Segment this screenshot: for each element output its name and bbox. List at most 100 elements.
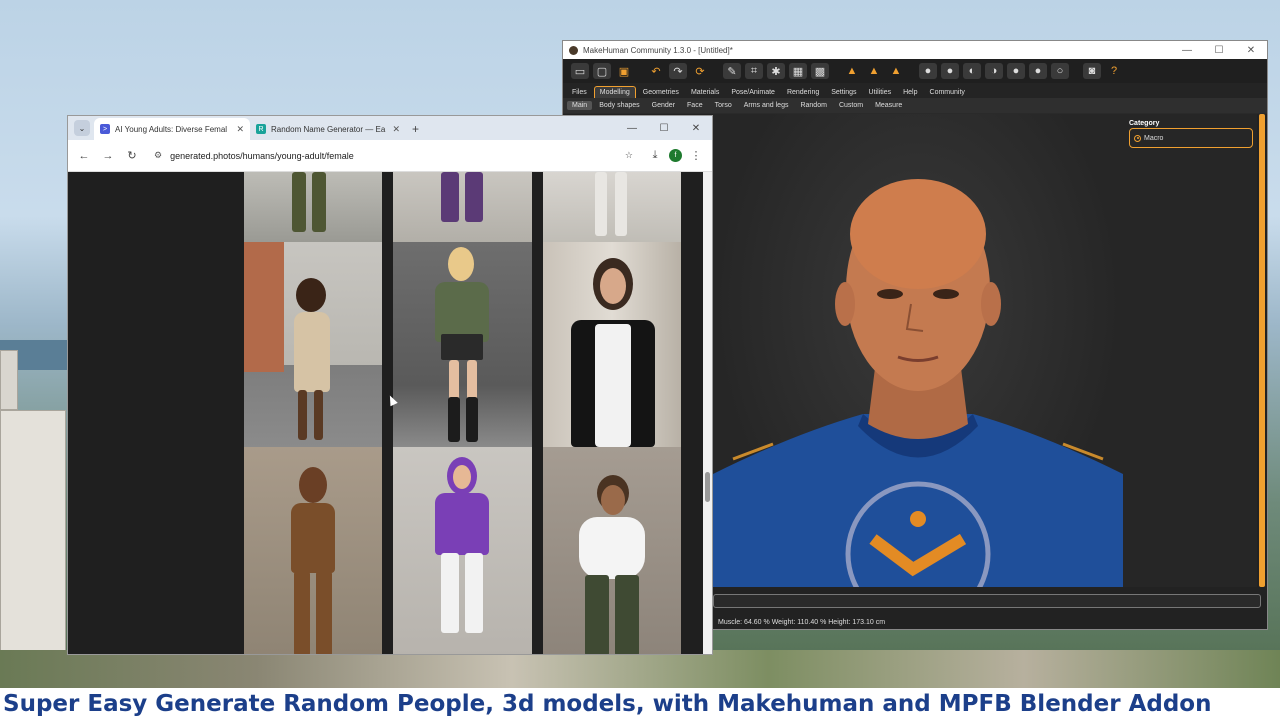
close-button[interactable]: ✕: [1235, 45, 1267, 56]
tab-community[interactable]: Community: [925, 87, 970, 98]
tab-modelling[interactable]: Modelling: [593, 86, 636, 98]
address-bar[interactable]: ⚙ generated.photos/humans/young-adult/fe…: [146, 143, 641, 168]
head-back-icon[interactable]: ●: [941, 63, 959, 79]
head-top-icon[interactable]: ●: [1007, 63, 1025, 79]
tab-search-icon[interactable]: ⌄: [74, 120, 90, 136]
makehuman-logo-icon: [569, 45, 578, 55]
page-scrollbar[interactable]: [703, 172, 712, 654]
makehuman-titlebar: MakeHuman Community 1.3.0 - [Untitled]* …: [563, 41, 1267, 59]
subtab-measure[interactable]: Measure: [870, 101, 907, 110]
category-option-macro[interactable]: Macro: [1129, 128, 1253, 148]
save-icon[interactable]: ▢: [593, 63, 611, 79]
bookmark-star-icon[interactable]: ☆: [625, 150, 633, 161]
new-file-icon[interactable]: ▭: [571, 63, 589, 79]
tab-help[interactable]: Help: [898, 87, 922, 98]
radio-icon: [1134, 134, 1141, 142]
back-view-icon[interactable]: ▲: [865, 63, 883, 79]
head-bottom-icon[interactable]: ●: [1029, 63, 1047, 79]
desktop-building: [0, 410, 66, 660]
subtab-arms-and-legs[interactable]: Arms and legs: [739, 101, 794, 110]
side-view-icon[interactable]: ▲: [887, 63, 905, 79]
subtab-gender[interactable]: Gender: [647, 101, 680, 110]
human-model: [713, 179, 1123, 587]
photo-card[interactable]: [543, 447, 681, 654]
head-front-icon[interactable]: ●: [919, 63, 937, 79]
back-icon[interactable]: ←: [74, 146, 94, 166]
status-bar: Muscle: 64.60 % Weight: 110.40 % Height:…: [718, 619, 886, 626]
tab-materials[interactable]: Materials: [686, 87, 724, 98]
tab-settings[interactable]: Settings: [826, 87, 861, 98]
head-left-icon[interactable]: ◐: [963, 63, 981, 79]
menu-kebab-icon[interactable]: ⋮: [686, 146, 706, 166]
reset-camera-icon[interactable]: ○: [1051, 63, 1069, 79]
head-right-icon[interactable]: ◑: [985, 63, 1003, 79]
maximize-button[interactable]: ☐: [1203, 45, 1235, 56]
tab-generated-photos[interactable]: > AI Young Adults: Diverse Femal ✕: [94, 118, 250, 140]
close-button[interactable]: ✕: [680, 123, 712, 134]
help-icon[interactable]: ?: [1105, 63, 1123, 79]
pose-icon[interactable]: ✱: [767, 63, 785, 79]
front-view-icon[interactable]: ▲: [843, 63, 861, 79]
category-title: Category: [1129, 120, 1160, 127]
subtab-body-shapes[interactable]: Body shapes: [594, 101, 644, 110]
subtab-random[interactable]: Random: [795, 101, 831, 110]
desktop-building: [0, 350, 18, 410]
close-tab-icon[interactable]: ✕: [236, 124, 244, 135]
photo-card[interactable]: [244, 242, 382, 447]
photo-card[interactable]: [543, 242, 681, 447]
downloads-icon[interactable]: ⤓: [645, 146, 665, 166]
tab-utilities[interactable]: Utilities: [864, 87, 897, 98]
sub-tab-bar: Main Body shapes Gender Face Torso Arms and l…: [563, 98, 1267, 113]
timeline-slider[interactable]: [713, 594, 1261, 608]
close-tab-icon[interactable]: ✕: [392, 124, 400, 135]
browser-tab-strip: ⌄ > AI Young Adults: Diverse Femal ✕ R R…: [68, 116, 712, 140]
photo-card[interactable]: [393, 447, 532, 654]
tab-pose-animate[interactable]: Pose/Animate: [726, 87, 780, 98]
scrollbar-thumb[interactable]: [705, 472, 710, 502]
tab-title: Random Name Generator — Ea: [271, 124, 386, 134]
browser-window: ⌄ > AI Young Adults: Diverse Femal ✕ R R…: [67, 115, 713, 655]
checker-icon[interactable]: ▩: [811, 63, 829, 79]
tab-geometries[interactable]: Geometries: [638, 87, 684, 98]
wireframe-icon[interactable]: ⌗: [745, 63, 763, 79]
profile-avatar[interactable]: f: [669, 149, 682, 162]
tab-title: AI Young Adults: Diverse Femal: [115, 124, 228, 134]
category-option-label: Macro: [1144, 134, 1164, 142]
3d-viewport[interactable]: [713, 114, 1123, 587]
photo-card[interactable]: [244, 447, 382, 654]
photo-card[interactable]: [393, 242, 532, 447]
reload-icon[interactable]: ↻: [122, 146, 142, 166]
redo-icon[interactable]: ↷: [669, 63, 687, 79]
screenshot-icon[interactable]: ◙: [1083, 63, 1101, 79]
photo-card[interactable]: [543, 172, 681, 242]
export-icon[interactable]: ▣: [615, 63, 633, 79]
category-panel: Category Macro: [1123, 114, 1257, 587]
photo-card[interactable]: [244, 172, 382, 242]
forward-icon[interactable]: →: [98, 146, 118, 166]
makehuman-toolbar: ▭ ▢ ▣ ↶ ↷ ⟳ ✎ ⌗ ✱ ▦ ▩ ▲ ▲ ▲ ● ● ◐ ◑ ● ● …: [563, 59, 1267, 83]
site-info-icon[interactable]: ⚙: [154, 150, 162, 161]
panel-scrollbar[interactable]: [1259, 114, 1265, 587]
subtab-custom[interactable]: Custom: [834, 101, 868, 110]
minimize-button[interactable]: —: [616, 123, 648, 134]
main-tab-bar: Files Modelling Geometries Materials Pose/An…: [563, 83, 1267, 98]
subtab-face[interactable]: Face: [682, 101, 708, 110]
tab-files[interactable]: Files: [567, 87, 592, 98]
video-caption: Super Easy Generate Random People, 3d mo…: [0, 688, 1280, 720]
undo-icon[interactable]: ↶: [647, 63, 665, 79]
makehuman-title: MakeHuman Community 1.3.0 - [Untitled]*: [583, 45, 733, 55]
maximize-button[interactable]: ☐: [648, 123, 680, 134]
minimize-button[interactable]: —: [1171, 45, 1203, 56]
grid-icon[interactable]: ▦: [789, 63, 807, 79]
page-content: [68, 172, 704, 654]
browser-toolbar: ← → ↻ ⚙ generated.photos/humans/young-ad…: [68, 140, 712, 172]
subtab-torso[interactable]: Torso: [710, 101, 737, 110]
new-tab-icon[interactable]: +: [406, 122, 425, 140]
tab-rendering[interactable]: Rendering: [782, 87, 824, 98]
smooth-icon[interactable]: ✎: [723, 63, 741, 79]
generated-photos-favicon-icon: >: [100, 124, 110, 134]
tab-random-name-generator[interactable]: R Random Name Generator — Ea ✕: [250, 118, 406, 140]
reset-icon[interactable]: ⟳: [691, 63, 709, 79]
photo-card[interactable]: [393, 172, 532, 242]
subtab-main[interactable]: Main: [567, 101, 593, 110]
